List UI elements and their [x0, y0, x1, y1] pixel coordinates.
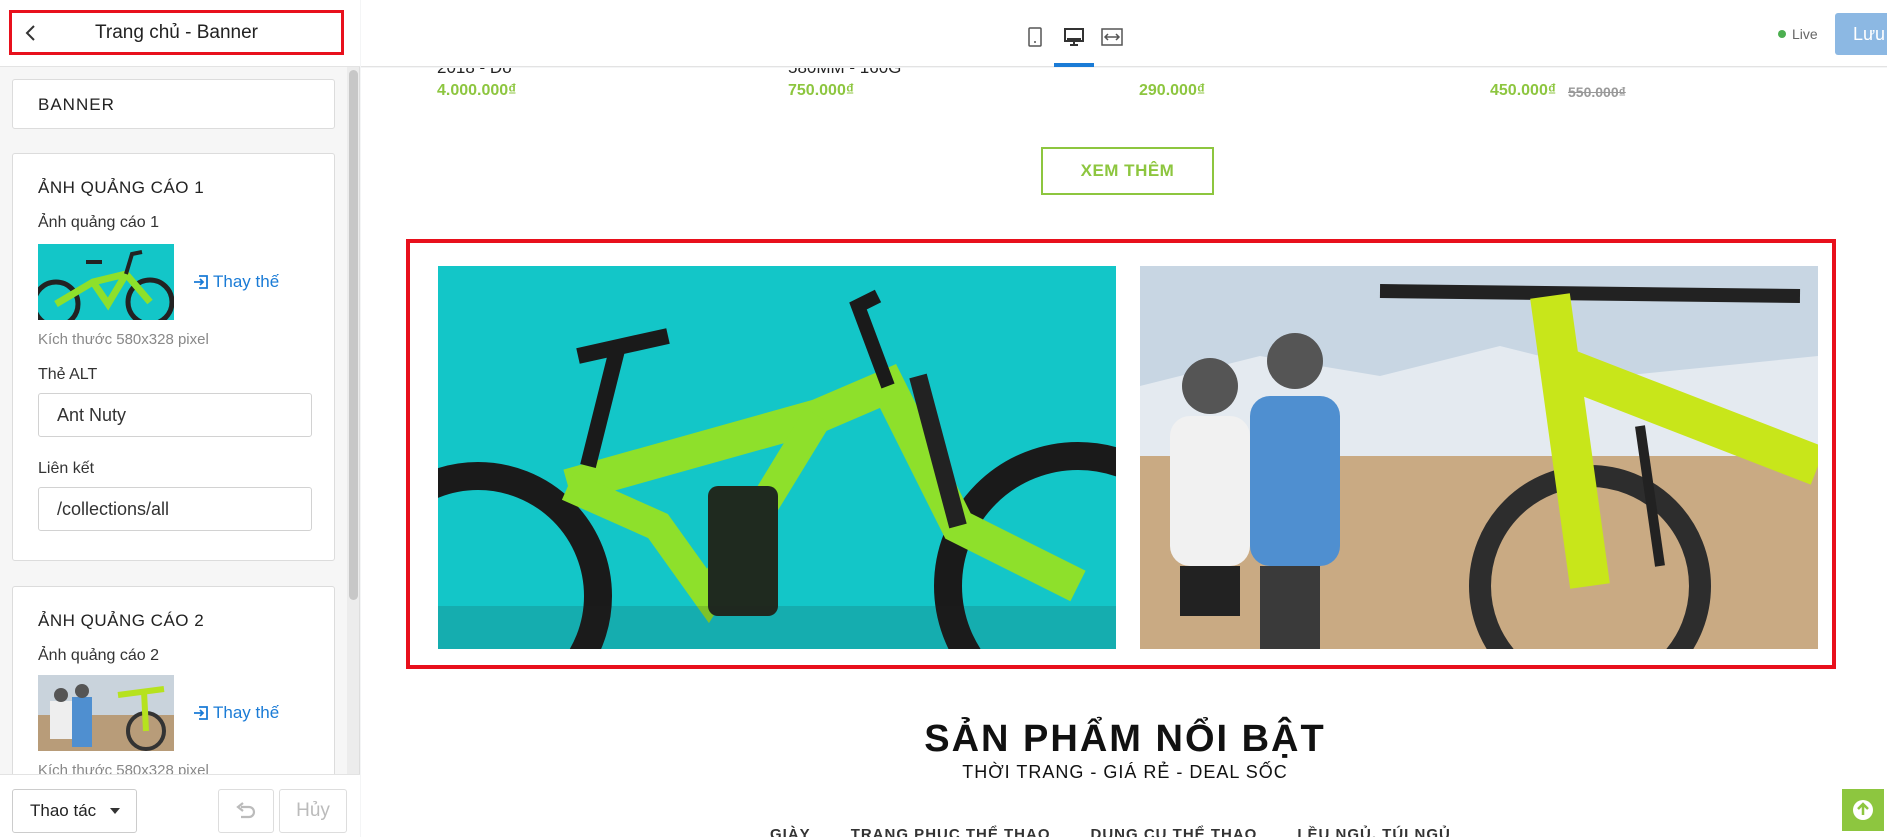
ad2-image-label: Ảnh quảng cáo 2 — [38, 647, 159, 664]
replace-icon — [194, 706, 208, 720]
save-button[interactable]: Lưu — [1835, 13, 1887, 55]
ad1-replace-link[interactable]: Thay thế — [193, 272, 279, 292]
ad1-title: ẢNH QUẢNG CÁO 1 — [38, 178, 205, 197]
back-button[interactable] — [12, 13, 48, 52]
product-price: 750.000₫ — [788, 82, 855, 99]
tab-giay[interactable]: GIÀY — [770, 826, 811, 837]
live-label: Live — [1792, 26, 1818, 42]
scroll-top-button[interactable] — [1842, 789, 1884, 831]
product-price: 450.000₫ — [1490, 82, 1557, 99]
sidebar-scrollbar-thumb[interactable] — [349, 70, 358, 600]
view-more-button[interactable]: XEM THÊM — [1041, 147, 1214, 195]
ad2-size-hint: Kích thước 580x328 pixel — [38, 762, 209, 774]
ad1-image-label: Ảnh quảng cáo 1 — [38, 214, 159, 231]
desktop-view-button[interactable] — [1059, 22, 1089, 52]
replace-icon — [194, 275, 208, 289]
ad1-link-label: Liên kết — [38, 460, 95, 477]
editor-sidebar: Trang chủ - Banner BANNER ẢNH QUẢNG CÁO … — [0, 0, 360, 837]
featured-section-subtitle: THỜI TRANG - GIÁ RẺ - DEAL SỐC — [962, 762, 1288, 782]
ad1-thumbnail[interactable] — [38, 244, 174, 320]
tab-trang-phuc[interactable]: TRANG PHỤC THỂ THAO — [851, 826, 1051, 837]
fullwidth-icon — [1101, 28, 1123, 46]
preview-toolbar: Live Lưu — [361, 0, 1887, 67]
category-tabs: GIÀY TRANG PHỤC THỂ THAO DỤNG CỤ THỂ THA… — [770, 826, 1451, 837]
fullwidth-view-button[interactable] — [1097, 22, 1127, 52]
product-old-price: 550.000₫ — [1568, 84, 1626, 100]
sidebar-header: Trang chủ - Banner — [0, 0, 360, 67]
mobile-view-button[interactable] — [1020, 22, 1050, 52]
featured-section-title: SẢN PHẨM NỔI BẬT — [924, 718, 1326, 760]
chevron-left-icon — [25, 24, 35, 41]
arrow-up-icon — [1853, 800, 1873, 820]
tab-dung-cu[interactable]: DỤNG CỤ THỂ THAO — [1091, 826, 1258, 837]
ad2-replace-label: Thay thế — [213, 703, 280, 722]
tab-leu-ngu[interactable]: LỀU NGỦ, TÚI NGỦ — [1297, 826, 1451, 837]
header-highlight: Trang chủ - Banner — [9, 10, 344, 55]
sidebar-footer: Thao tác Hủy — [0, 774, 360, 837]
caret-down-icon — [110, 808, 121, 814]
product-price: 4.000.000₫ — [437, 82, 517, 99]
ad2-thumbnail[interactable] — [38, 675, 174, 751]
desktop-icon — [1064, 28, 1084, 46]
banner-section-card[interactable]: BANNER — [12, 79, 335, 129]
ad2-card: ẢNH QUẢNG CÁO 2 Ảnh quảng cáo 2 Thay thế — [12, 586, 335, 774]
banner-section-label: BANNER — [38, 95, 115, 114]
ad2-title: ẢNH QUẢNG CÁO 2 — [38, 611, 205, 630]
ad1-alt-input[interactable]: Ant Nuty — [38, 393, 312, 437]
product-name: 2018 - Đỏ — [437, 68, 512, 78]
live-dot-icon — [1778, 30, 1786, 38]
actions-label: Thao tác — [30, 801, 97, 820]
mobile-icon — [1028, 27, 1042, 47]
undo-button[interactable] — [218, 789, 274, 833]
banner-image-1[interactable] — [438, 266, 1116, 649]
undo-icon — [236, 802, 256, 819]
product-name: 580MM - 160G — [788, 68, 901, 78]
storefront-preview[interactable]: 2018 - Đỏ 4.000.000₫ 580MM - 160G 750.00… — [361, 68, 1887, 837]
ad1-size-hint: Kích thước 580x328 pixel — [38, 331, 209, 348]
ad1-alt-label: Thẻ ALT — [38, 366, 98, 383]
sidebar-scroll-area[interactable]: BANNER ẢNH QUẢNG CÁO 1 Ảnh quảng cáo 1 T… — [0, 67, 360, 774]
ad1-card: ẢNH QUẢNG CÁO 1 Ảnh quảng cáo 1 Thay thế… — [12, 153, 335, 561]
banner-image-2[interactable] — [1140, 266, 1818, 649]
live-status: Live — [1778, 26, 1818, 42]
ad1-link-input[interactable]: /collections/all — [38, 487, 312, 531]
ad2-replace-link[interactable]: Thay thế — [193, 703, 279, 723]
sidebar-title: Trang chủ - Banner — [95, 21, 258, 43]
active-device-indicator — [1054, 63, 1094, 67]
cancel-button[interactable]: Hủy — [279, 789, 347, 833]
actions-dropdown[interactable]: Thao tác — [12, 789, 137, 833]
product-price: 290.000₫ — [1139, 82, 1206, 99]
ad1-replace-label: Thay thế — [213, 272, 280, 291]
